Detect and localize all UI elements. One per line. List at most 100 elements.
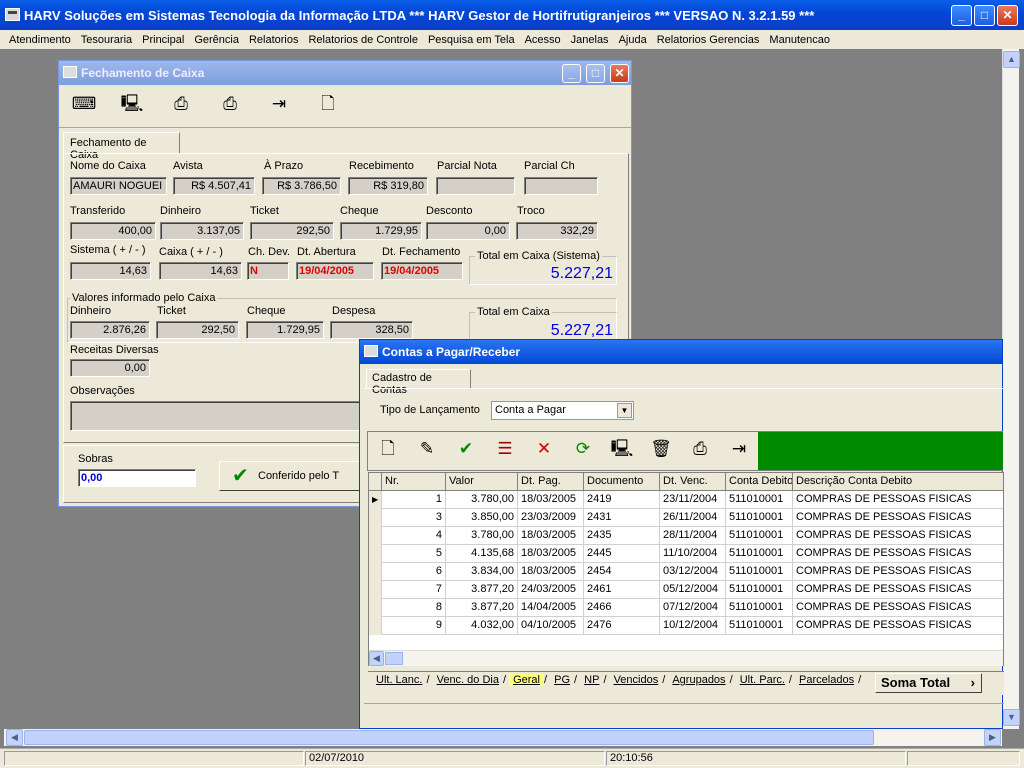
caixa-field[interactable]: 14,63: [159, 262, 242, 280]
table-cell[interactable]: 2461: [584, 581, 660, 599]
tab-venc-do-dia[interactable]: Venc. do Dia: [433, 674, 503, 686]
table-cell[interactable]: 511010001: [726, 581, 793, 599]
table-cell[interactable]: 6: [382, 563, 446, 581]
table-cell[interactable]: 3.850,00: [446, 509, 518, 527]
table-cell[interactable]: COMPRAS DE PESSOAS FISICAS: [793, 581, 1003, 599]
table-cell[interactable]: 2445: [584, 545, 660, 563]
row-indicator[interactable]: [369, 599, 382, 617]
menu-relatorios[interactable]: Relatorios: [244, 34, 304, 46]
table-cell[interactable]: 18/03/2005: [518, 491, 584, 509]
table-row[interactable]: 3 3.850,00 23/03/2009 2431 26/11/2004 5110100…: [369, 509, 1003, 527]
scroll-thumb[interactable]: [385, 652, 403, 665]
table-row[interactable]: 7 3.877,20 24/03/2005 2461 05/12/2004 5110100…: [369, 581, 1003, 599]
table-cell[interactable]: 1: [382, 491, 446, 509]
cheque-field[interactable]: 1.729,95: [340, 222, 422, 240]
table-cell[interactable]: COMPRAS DE PESSOAS FISICAS: [793, 491, 1003, 509]
sistema-field[interactable]: 14,63: [70, 262, 151, 280]
table-cell[interactable]: 4.032,00: [446, 617, 518, 635]
close-icon[interactable]: ✕: [610, 64, 629, 83]
menu-manutencao[interactable]: Manutencao: [764, 34, 835, 46]
col-valor[interactable]: Valor: [446, 473, 518, 491]
new-document-icon[interactable]: 🗋: [372, 436, 404, 462]
menu-principal[interactable]: Principal: [137, 34, 189, 46]
tab-agrupados[interactable]: Agrupados: [668, 674, 729, 686]
row-indicator[interactable]: [369, 527, 382, 545]
tipo-lancamento-select[interactable]: Conta a Pagar ▼: [491, 401, 634, 420]
list-icon[interactable]: ☰: [489, 436, 521, 462]
keyboard-icon[interactable]: ⌨: [71, 91, 97, 117]
receitas-field[interactable]: 0,00: [70, 359, 150, 377]
avista-field[interactable]: R$ 4.507,41: [173, 177, 255, 195]
col-dt-pag[interactable]: Dt. Pag.: [518, 473, 584, 491]
v-cheque-field[interactable]: 1.729,95: [246, 321, 324, 339]
table-cell[interactable]: 511010001: [726, 527, 793, 545]
tab-vencidos[interactable]: Vencidos: [610, 674, 663, 686]
table-cell[interactable]: 11/10/2004: [660, 545, 726, 563]
table-cell[interactable]: COMPRAS DE PESSOAS FISICAS: [793, 527, 1003, 545]
menu-janelas[interactable]: Janelas: [566, 34, 614, 46]
transferido-field[interactable]: 400,00: [70, 222, 156, 240]
maximize-icon[interactable]: □: [586, 64, 605, 83]
table-cell[interactable]: 511010001: [726, 563, 793, 581]
edit-icon[interactable]: ✎: [411, 436, 443, 462]
table-row[interactable]: ▶ 1 3.780,00 18/03/2005 2419 23/11/2004 511010…: [369, 491, 1003, 509]
table-cell[interactable]: 23/03/2009: [518, 509, 584, 527]
table-cell[interactable]: 2431: [584, 509, 660, 527]
table-cell[interactable]: COMPRAS DE PESSOAS FISICAS: [793, 509, 1003, 527]
dt-abertura-field[interactable]: 19/04/2005: [296, 262, 374, 280]
menu-relatorios-controle[interactable]: Relatorios de Controle: [303, 34, 422, 46]
tab-pg[interactable]: PG: [550, 674, 574, 686]
tab-ult-lanc[interactable]: Ult. Lanc.: [372, 674, 426, 686]
row-indicator[interactable]: [369, 581, 382, 599]
tab-geral[interactable]: Geral: [509, 674, 544, 686]
printer-icon[interactable]: ⎙: [168, 91, 194, 117]
table-cell[interactable]: 05/12/2004: [660, 581, 726, 599]
parcial-nota-field[interactable]: [436, 177, 515, 195]
table-cell[interactable]: 04/10/2005: [518, 617, 584, 635]
print-preview-icon[interactable]: ⎙: [217, 91, 243, 117]
table-cell[interactable]: 26/11/2004: [660, 509, 726, 527]
ticket-field[interactable]: 292,50: [250, 222, 334, 240]
col-conta-debito[interactable]: Conta Debito: [726, 473, 793, 491]
table-cell[interactable]: 2454: [584, 563, 660, 581]
conferido-button[interactable]: ✔ Conferido pelo T: [219, 461, 369, 491]
menu-ajuda[interactable]: Ajuda: [614, 34, 652, 46]
exit-door-icon[interactable]: ⇥: [723, 436, 755, 462]
dinheiro-field[interactable]: 3.137,05: [160, 222, 244, 240]
table-cell[interactable]: 2476: [584, 617, 660, 635]
table-cell[interactable]: 3.780,00: [446, 491, 518, 509]
scroll-thumb[interactable]: [24, 730, 874, 745]
menu-acesso[interactable]: Acesso: [520, 34, 566, 46]
exit-door-icon[interactable]: ⇥: [266, 91, 292, 117]
menu-tesouraria[interactable]: Tesouraria: [76, 34, 137, 46]
table-cell[interactable]: 18/03/2005: [518, 563, 584, 581]
desconto-field[interactable]: 0,00: [426, 222, 510, 240]
tab-fechamento[interactable]: Fechamento de Caixa: [63, 132, 180, 161]
col-documento[interactable]: Documento: [584, 473, 660, 491]
app-icon[interactable]: [5, 8, 20, 21]
row-indicator[interactable]: [369, 617, 382, 635]
table-row[interactable]: 5 4.135,68 18/03/2005 2445 11/10/2004 5110100…: [369, 545, 1003, 563]
table-cell[interactable]: 511010001: [726, 599, 793, 617]
dt-fechamento-field[interactable]: 19/04/2005: [381, 262, 463, 280]
table-cell[interactable]: 4.135,68: [446, 545, 518, 563]
table-row[interactable]: 4 3.780,00 18/03/2005 2435 28/11/2004 5110100…: [369, 527, 1003, 545]
fechamento-title-bar[interactable]: Fechamento de Caixa: [59, 61, 631, 85]
row-indicator[interactable]: [369, 509, 382, 527]
tab-parcelados[interactable]: Parcelados: [795, 674, 858, 686]
table-cell[interactable]: 28/11/2004: [660, 527, 726, 545]
vertical-scrollbar[interactable]: ▲ ▼: [1002, 49, 1020, 729]
table-cell[interactable]: 511010001: [726, 491, 793, 509]
menu-relatorios-gerencias[interactable]: Relatorios Gerencias: [652, 34, 765, 46]
scroll-up-icon[interactable]: ▲: [1003, 51, 1020, 68]
table-cell[interactable]: 3.877,20: [446, 581, 518, 599]
tab-np[interactable]: NP: [580, 674, 603, 686]
table-cell[interactable]: 24/03/2005: [518, 581, 584, 599]
scroll-right-icon[interactable]: ▶: [984, 729, 1001, 746]
computer-icon[interactable]: 🖳: [119, 91, 145, 117]
grid-hscrollbar[interactable]: ◀: [369, 650, 1003, 666]
table-cell[interactable]: 5: [382, 545, 446, 563]
new-document-icon[interactable]: 🗋: [315, 91, 341, 117]
v-despesa-field[interactable]: 328,50: [330, 321, 413, 339]
table-cell[interactable]: 23/11/2004: [660, 491, 726, 509]
